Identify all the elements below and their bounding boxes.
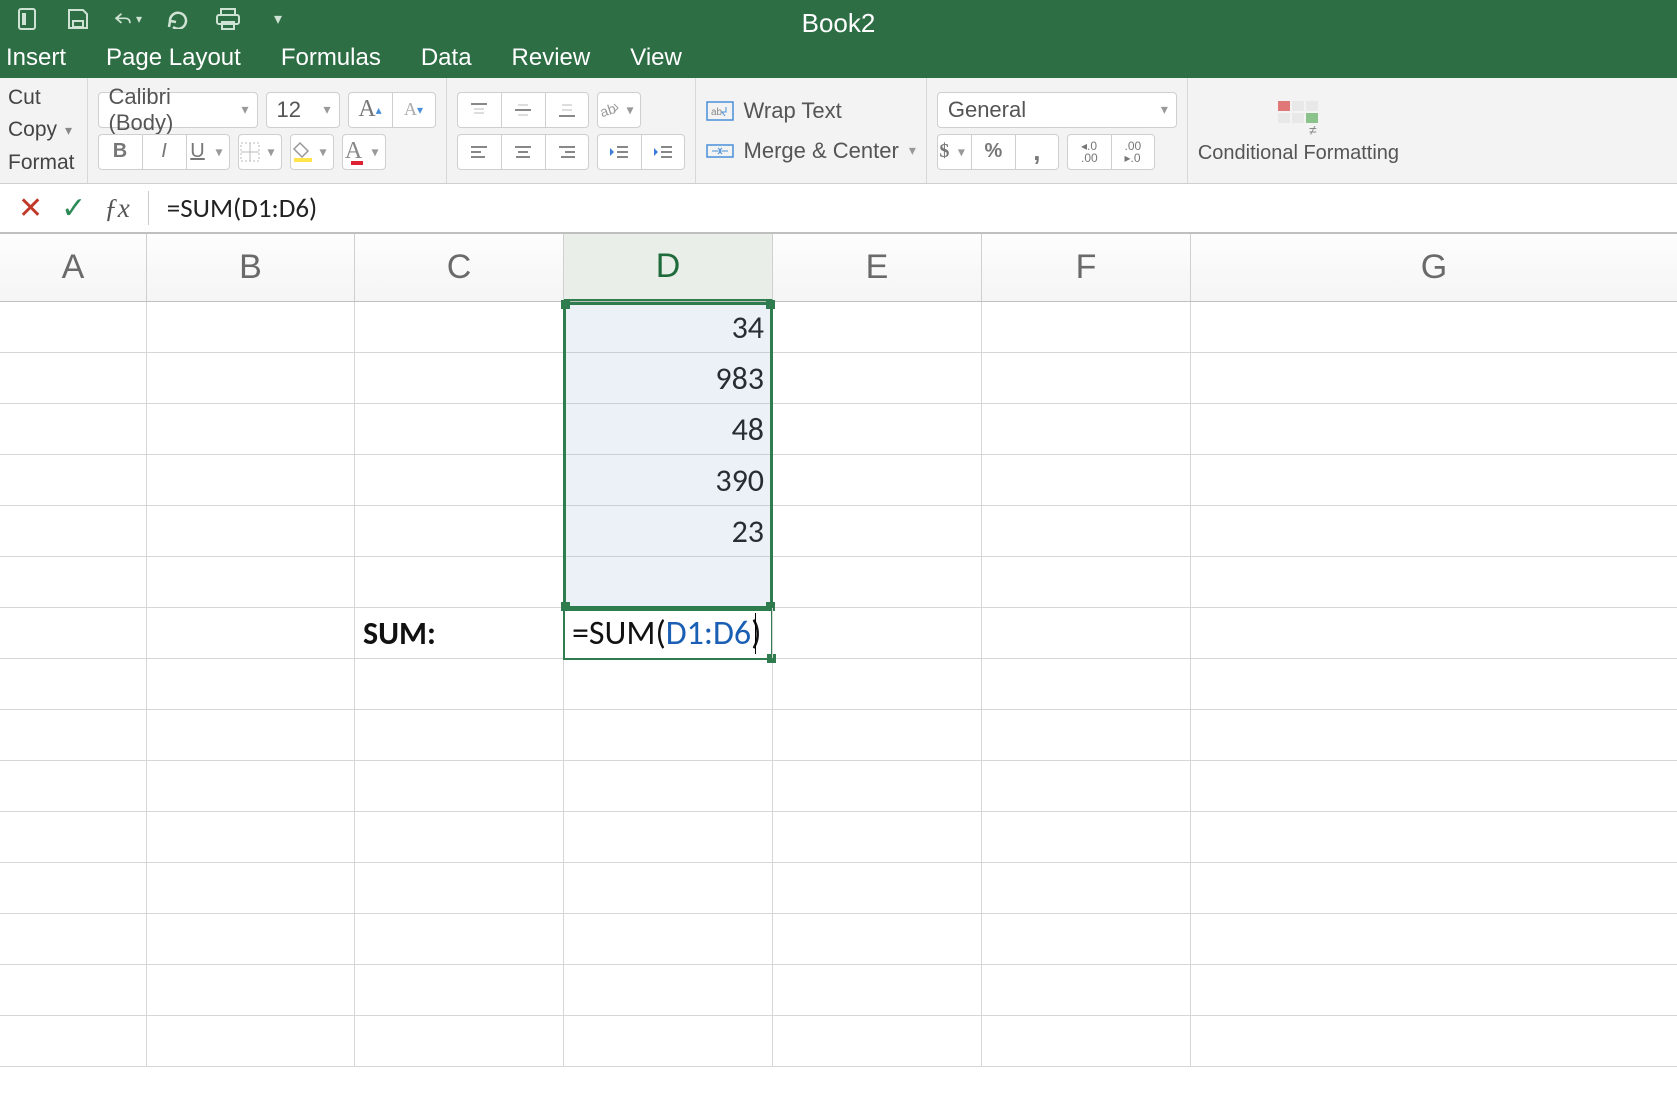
row-2[interactable]: 983 <box>0 353 1677 404</box>
grow-font-button[interactable]: A▴ <box>348 92 392 128</box>
percent-button[interactable]: % <box>971 134 1015 170</box>
cell-D6[interactable] <box>564 557 773 607</box>
svg-text:≠: ≠ <box>1309 122 1317 138</box>
col-D[interactable]: D <box>564 234 773 301</box>
tab-review[interactable]: Review <box>512 44 591 72</box>
tab-page-layout[interactable]: Page Layout <box>106 44 241 72</box>
print-icon[interactable] <box>214 8 242 30</box>
align-bottom-button[interactable] <box>545 92 589 128</box>
cell-F1[interactable] <box>982 302 1191 352</box>
col-A[interactable]: A <box>0 234 147 301</box>
cell-A1[interactable] <box>0 302 147 352</box>
cell-D4[interactable]: 390 <box>564 455 773 505</box>
tab-formulas[interactable]: Formulas <box>281 44 381 72</box>
fill-color-button[interactable] <box>290 134 334 170</box>
cancel-formula-button[interactable]: ✕ <box>18 191 43 226</box>
align-top-button[interactable] <box>457 92 501 128</box>
col-B[interactable]: B <box>147 234 355 301</box>
copy-button[interactable]: Copy ▾ <box>8 118 75 142</box>
format-button[interactable]: Format <box>8 151 75 175</box>
accounting-button[interactable]: $ <box>937 134 971 170</box>
ribbon-tabs: Insert Page Layout Formulas Data Review … <box>0 38 1677 78</box>
col-C[interactable]: C <box>355 234 564 301</box>
undo-icon[interactable]: ▾ <box>114 8 142 30</box>
increase-decimal-button[interactable]: ◂.0.00 <box>1067 134 1111 170</box>
clipboard-group: Cut Copy ▾ Format <box>0 78 88 183</box>
alignment-group: ab <box>447 78 696 183</box>
row-7[interactable]: SUM: =SUM(D1:D6) <box>0 608 1677 659</box>
row-1[interactable]: 34 <box>0 302 1677 353</box>
number-group: General $ % , ◂.0.00 .00▸.0 <box>927 78 1188 183</box>
row-5[interactable]: 23 <box>0 506 1677 557</box>
spreadsheet-grid[interactable]: A B C D E F G 34 983 48 <box>0 234 1677 1067</box>
underline-button[interactable]: U <box>186 134 230 170</box>
col-F[interactable]: F <box>982 234 1191 301</box>
align-middle-button[interactable] <box>501 92 545 128</box>
comma-button[interactable]: , <box>1015 134 1059 170</box>
decrease-indent-button[interactable] <box>597 134 641 170</box>
column-headers: A B C D E F G <box>0 234 1677 302</box>
align-center-button[interactable] <box>501 134 545 170</box>
cell-C1[interactable] <box>355 302 564 352</box>
wrap-text-icon: ab <box>706 101 734 121</box>
font-color-button[interactable]: A <box>342 134 386 170</box>
number-format-combo[interactable]: General <box>937 92 1177 128</box>
tab-view[interactable]: View <box>630 44 682 72</box>
merge-icon <box>706 141 734 161</box>
align-left-button[interactable] <box>457 134 501 170</box>
row-6[interactable] <box>0 557 1677 608</box>
borders-button[interactable] <box>238 134 282 170</box>
conditional-formatting-button[interactable]: ≠ Conditional Formatting <box>1198 99 1399 163</box>
orientation-button[interactable]: ab <box>597 92 641 128</box>
cut-button[interactable]: Cut <box>8 86 75 110</box>
align-right-button[interactable] <box>545 134 589 170</box>
cell-D1[interactable]: 34 <box>564 302 773 352</box>
italic-button[interactable]: I <box>142 134 186 170</box>
font-size-combo[interactable]: 12 <box>266 92 340 128</box>
row-3[interactable]: 48 <box>0 404 1677 455</box>
shrink-font-button[interactable]: A▾ <box>392 92 436 128</box>
cell-D5[interactable]: 23 <box>564 506 773 556</box>
merge-center-button[interactable]: Merge & Center ▾ <box>706 138 916 164</box>
tab-data[interactable]: Data <box>421 44 472 72</box>
cell-G1[interactable] <box>1191 302 1677 352</box>
separator <box>148 191 149 225</box>
accept-formula-button[interactable]: ✓ <box>61 191 86 226</box>
wrap-merge-group: ab Wrap Text Merge & Center ▾ <box>696 78 927 183</box>
font-name-combo[interactable]: Calibri (Body) <box>98 92 258 128</box>
wrap-text-button[interactable]: ab Wrap Text <box>706 98 916 124</box>
qat-more-icon[interactable]: ▾ <box>264 8 292 30</box>
cell-D7[interactable]: =SUM(D1:D6) <box>564 608 773 658</box>
save-icon[interactable] <box>64 8 92 30</box>
decrease-decimal-button[interactable]: .00▸.0 <box>1111 134 1155 170</box>
ribbon: Cut Copy ▾ Format Calibri (Body) 12 A▴ A… <box>0 78 1677 184</box>
new-file-icon[interactable] <box>14 8 42 30</box>
svg-text:ab: ab <box>598 100 618 120</box>
col-E[interactable]: E <box>773 234 982 301</box>
redo-icon[interactable] <box>164 8 192 30</box>
bold-button[interactable]: B <box>98 134 142 170</box>
font-group: Calibri (Body) 12 A▴ A▾ B I U A <box>88 78 447 183</box>
titlebar: ▾ ▾ Book2 <box>0 0 1677 38</box>
formula-bar: ✕ ✓ ƒx =SUM(D1:D6) <box>0 184 1677 234</box>
increase-indent-button[interactable] <box>641 134 685 170</box>
styles-group: ≠ Conditional Formatting <box>1188 78 1409 183</box>
formula-input[interactable]: =SUM(D1:D6) <box>167 192 317 225</box>
cell-E1[interactable] <box>773 302 982 352</box>
row-4[interactable]: 390 <box>0 455 1677 506</box>
window-title: Book2 <box>802 8 876 39</box>
conditional-formatting-icon: ≠ <box>1276 99 1320 139</box>
fx-icon[interactable]: ƒx <box>104 193 129 224</box>
cell-C7[interactable]: SUM: <box>355 608 564 658</box>
cell-B1[interactable] <box>147 302 355 352</box>
tab-insert[interactable]: Insert <box>6 44 66 72</box>
svg-text:ab: ab <box>711 107 723 118</box>
col-G[interactable]: G <box>1191 234 1677 301</box>
cell-D3[interactable]: 48 <box>564 404 773 454</box>
cell-D2[interactable]: 983 <box>564 353 773 403</box>
